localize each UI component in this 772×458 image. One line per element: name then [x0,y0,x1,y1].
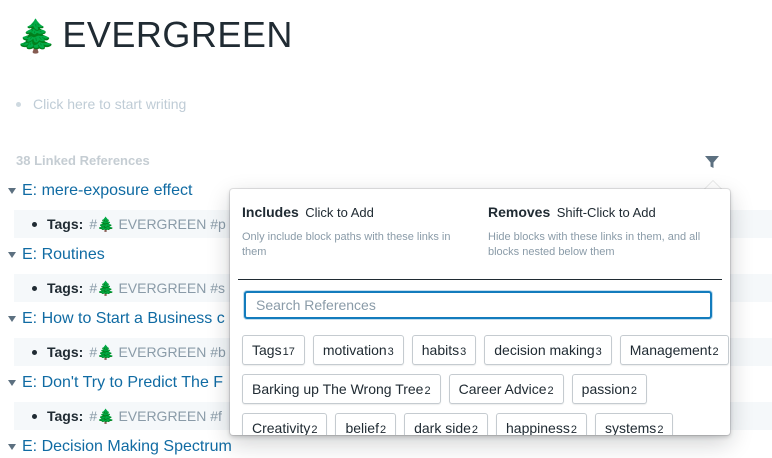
chip-count: 2 [471,424,479,435]
search-references-input[interactable] [244,291,712,319]
chip-count: 3 [460,346,467,358]
reference-filter-chip[interactable]: happiness 2 [496,413,587,435]
chip-label: belief [345,420,379,435]
block-bullet[interactable] [32,285,37,291]
evergreen-tree-icon: 🌲 [97,215,115,232]
reference-filter-chip[interactable]: decision making 3 [484,335,612,365]
chip-count: 2 [657,424,664,435]
attribute-label[interactable]: Tags: [47,344,83,360]
block-bullet [16,101,21,107]
collapse-caret-icon[interactable] [8,380,16,386]
reference-page-link[interactable]: E: Don't Try to Predict The F [22,374,223,392]
collapse-caret-icon[interactable] [8,316,16,322]
tag-link[interactable]: #🌲 EVERGREEN #s [89,280,225,297]
empty-block[interactable]: Click here to start writing [16,94,186,114]
chip-count: 3 [595,346,602,358]
chip-label: habits [421,342,460,358]
tag-link[interactable]: #🌲 EVERGREEN #f [89,408,222,425]
chip-count: 2 [630,385,638,397]
reference-group: E: mere-exposure effect [8,180,192,202]
reference-filter-chip[interactable]: Tags 17 [242,335,305,365]
block-placeholder[interactable]: Click here to start writing [33,96,186,112]
tag-link[interactable]: #🌲 EVERGREEN #b [89,344,226,361]
block-bullet[interactable] [32,413,37,419]
chip-label: happiness [506,420,570,435]
evergreen-tree-icon: 🌲 [16,18,57,54]
reference-page-link[interactable]: E: mere-exposure effect [22,182,192,200]
reference-filter-chip[interactable]: motivation 3 [312,335,404,365]
includes-hint: Click to Add [305,205,374,220]
chip-count: 2 [712,346,719,358]
reference-group: E: Don't Try to Predict The F [8,372,223,394]
evergreen-tree-icon: 🌲 [97,279,115,296]
collapse-caret-icon[interactable] [8,444,16,450]
linked-references-count: 38 Linked References [16,153,150,168]
removes-description: Hide blocks with these links in them, an… [488,231,701,258]
removes-hint: Shift-Click to Add [556,205,656,220]
removes-column: Removes Shift-Click to Add Hide blocks w… [488,204,723,260]
chip-label: Creativity [252,420,311,435]
includes-description: Only include block paths with these link… [242,231,451,258]
evergreen-tree-icon: 🌲 [97,343,115,360]
chip-label: decision making [494,342,595,358]
chip-count: 2 [547,385,554,397]
collapse-caret-icon[interactable] [8,188,16,194]
chip-label: dark side [414,420,471,435]
chip-label: Management [629,342,712,358]
divider [238,279,722,280]
reference-chip-list: Tags 17 motivation 3 habits 3 decision making 3… [242,335,729,435]
evergreen-tree-icon: 🌲 [97,407,115,424]
attribute-label[interactable]: Tags: [47,408,83,424]
chip-label: motivation [322,342,387,358]
chip-count: 2 [379,424,387,435]
chip-count: 17 [282,346,295,358]
reference-filter-chip[interactable]: Career Advice 2 [448,374,564,404]
reference-filter-chip[interactable]: Management 2 [619,335,729,365]
filter-popover: Includes Click to Add Only include block… [230,189,730,435]
block-bullet[interactable] [32,221,37,227]
filter-icon[interactable] [704,154,720,170]
reference-group: E: How to Start a Business c [8,308,225,330]
reference-filter-chip[interactable]: belief 2 [335,413,397,435]
reference-group: E: Routines [8,244,105,266]
chip-row: Barking up The Wrong Tree 2 Career Advice 2… [242,374,728,404]
collapse-caret-icon[interactable] [8,252,16,258]
chip-row: Creativity 2 belief 2 dark side 2 happiness 2 sy… [242,413,728,435]
reference-filter-chip[interactable]: Creativity 2 [242,413,328,435]
chip-label: Tags [252,342,282,358]
reference-filter-chip[interactable]: systems 2 [594,413,674,435]
includes-title: Includes [242,204,299,220]
reference-page-link[interactable]: E: Decision Making Spectrum [22,438,232,456]
removes-title: Removes [488,204,551,220]
chip-count: 2 [570,424,577,435]
attribute-label[interactable]: Tags: [47,216,83,232]
chip-count: 2 [311,424,318,435]
chip-label: systems [604,420,657,435]
chip-label: Career Advice [458,381,547,397]
chip-label: passion [581,381,630,397]
reference-page-link[interactable]: E: How to Start a Business c [22,310,225,328]
reference-filter-chip[interactable]: passion 2 [571,374,648,404]
reference-filter-chip[interactable]: habits 3 [411,335,477,365]
attribute-label[interactable]: Tags: [47,280,83,296]
block-bullet[interactable] [32,349,37,355]
reference-filter-chip[interactable]: dark side 2 [404,413,489,435]
reference-page-link[interactable]: E: Routines [22,246,105,264]
page-title[interactable]: 🌲 EVERGREEN [16,14,293,56]
chip-label: Barking up The Wrong Tree [252,381,424,397]
chip-count: 3 [387,346,394,358]
reference-filter-chip[interactable]: Barking up The Wrong Tree 2 [242,374,441,404]
includes-column: Includes Click to Add Only include block… [242,204,477,260]
chip-count: 2 [424,385,431,397]
page-title-text: EVERGREEN [62,14,293,55]
chip-row: Tags 17 motivation 3 habits 3 decision making 3… [242,335,729,365]
tag-link[interactable]: #🌲 EVERGREEN #p [89,216,226,233]
